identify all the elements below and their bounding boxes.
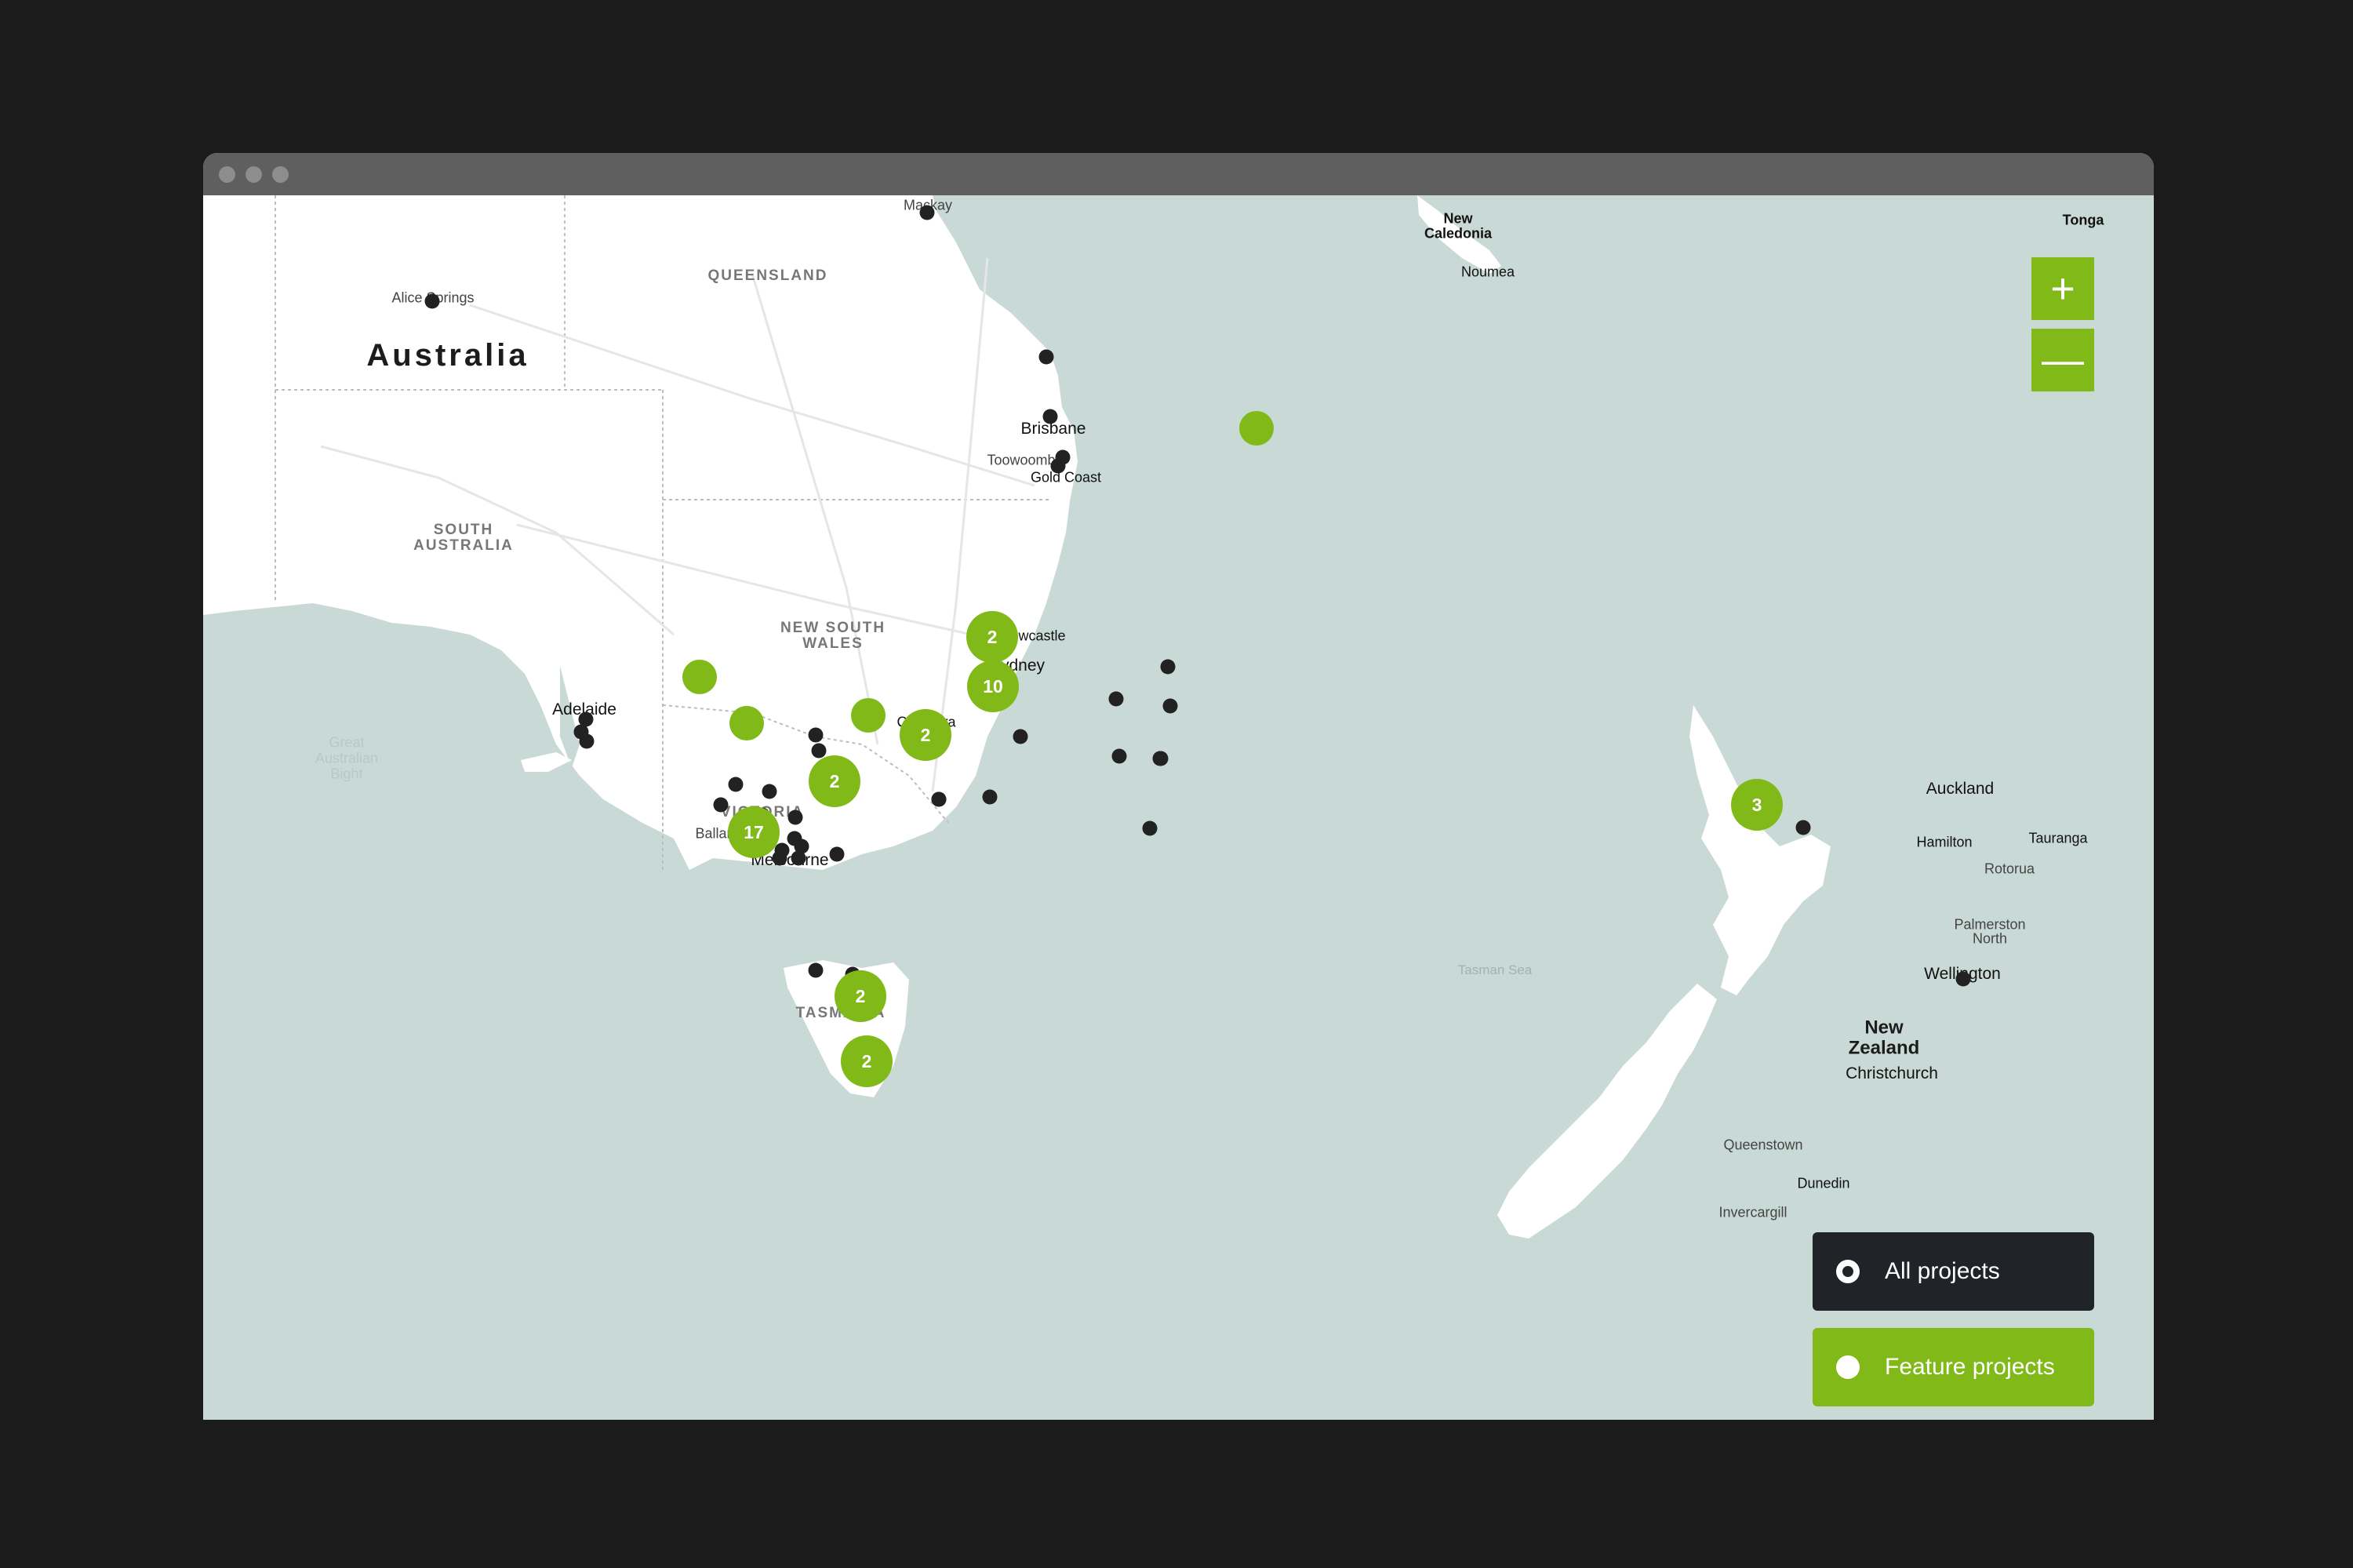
close-dot[interactable]: [219, 166, 235, 183]
project-pin[interactable]: [808, 962, 824, 978]
place-christchurch: Christchurch: [1846, 1064, 1938, 1082]
project-pin[interactable]: [919, 205, 935, 220]
radio-selected-icon: [1836, 1260, 1860, 1283]
all-projects-button[interactable]: All projects: [1813, 1232, 2094, 1311]
zoom-out-button[interactable]: —: [2031, 329, 2094, 391]
place-bight-2: Australian: [315, 750, 379, 766]
project-pin[interactable]: [1013, 729, 1028, 744]
place-new-caledonia-2: Caledonia: [1424, 225, 1493, 242]
country-label-australia: Australia: [366, 338, 529, 373]
project-pin[interactable]: [787, 809, 803, 825]
nz-south-island: [1497, 984, 1717, 1239]
project-pin[interactable]: [762, 784, 777, 799]
project-pin[interactable]: [931, 791, 947, 807]
cluster-newcastle[interactable]: 2: [966, 611, 1018, 663]
country-label-nz-2: Zealand: [1848, 1037, 1920, 1059]
place-new-caledonia-1: New: [1443, 210, 1473, 227]
cluster-melbourne[interactable]: 17: [728, 806, 780, 858]
feature-marker[interactable]: [682, 660, 717, 694]
project-pin[interactable]: [829, 846, 845, 862]
project-pin[interactable]: [1162, 698, 1178, 714]
project-pin[interactable]: [811, 743, 827, 759]
cluster-auckland[interactable]: 3: [1731, 779, 1783, 831]
region-label-qld: QUEENSLAND: [707, 267, 828, 285]
project-pin[interactable]: [1111, 748, 1127, 764]
minimize-dot[interactable]: [245, 166, 262, 183]
place-tauranga: Tauranga: [2028, 830, 2088, 846]
place-invercargill: Invercargill: [1718, 1204, 1787, 1221]
place-hamilton: Hamilton: [1916, 834, 1973, 850]
place-noumea: Noumea: [1460, 264, 1515, 280]
maximize-dot[interactable]: [272, 166, 289, 183]
radio-unselected-icon: [1836, 1355, 1860, 1379]
project-pin[interactable]: [424, 293, 440, 309]
browser-window: Australia QUEENSLAND SOUTH AUSTRALIA NEW…: [203, 153, 2154, 1420]
project-pin[interactable]: [1160, 659, 1176, 675]
project-pin[interactable]: [1142, 820, 1158, 836]
project-pin[interactable]: [1955, 971, 1971, 987]
place-gold-coast: Gold Coast: [1030, 469, 1102, 486]
title-bar: [203, 153, 2154, 195]
place-palmerston-2: North: [1972, 930, 2008, 947]
project-pin[interactable]: [1042, 409, 1058, 424]
project-pin[interactable]: [1108, 691, 1124, 707]
all-projects-label: All projects: [1885, 1258, 2000, 1284]
map-canvas[interactable]: Australia QUEENSLAND SOUTH AUSTRALIA NEW…: [203, 195, 2154, 1420]
nz-north-island: [1689, 705, 1831, 995]
feature-marker[interactable]: [729, 706, 764, 740]
feature-projects-label: Feature projects: [1885, 1354, 2055, 1380]
place-auckland: Auckland: [1926, 779, 1995, 798]
project-pin[interactable]: [1038, 349, 1054, 365]
project-pin[interactable]: [1153, 751, 1169, 766]
project-pin[interactable]: [579, 733, 595, 749]
region-label-nsw-2: WALES: [802, 635, 864, 653]
project-pin[interactable]: [713, 797, 729, 813]
place-rotorua: Rotorua: [1984, 860, 2035, 877]
project-pin[interactable]: [982, 789, 998, 805]
place-queenstown: Queenstown: [1723, 1137, 1803, 1153]
project-pin[interactable]: [791, 850, 806, 866]
place-bight-1: Great: [329, 734, 365, 751]
feature-marker[interactable]: [1239, 411, 1274, 446]
region-label-nsw-1: NEW SOUTH: [780, 620, 886, 637]
place-tasman-sea: Tasman Sea: [1457, 962, 1533, 978]
project-pin[interactable]: [808, 727, 824, 743]
feature-projects-button[interactable]: Feature projects: [1813, 1328, 2094, 1406]
cluster-canberra[interactable]: 2: [900, 709, 951, 761]
country-label-nz-1: New: [1864, 1017, 1904, 1039]
project-pin[interactable]: [1050, 458, 1066, 474]
place-bight-3: Bight: [330, 766, 363, 782]
cluster-tas-south[interactable]: 2: [841, 1035, 893, 1087]
cluster-sydney[interactable]: 10: [967, 660, 1019, 712]
project-pin[interactable]: [1795, 820, 1811, 835]
place-tonga: Tonga: [2062, 212, 2104, 228]
feature-marker[interactable]: [851, 698, 886, 733]
cluster-tas-north[interactable]: 2: [835, 970, 886, 1022]
project-pin[interactable]: [772, 850, 787, 866]
region-label-sa-1: SOUTH: [433, 522, 494, 539]
cluster-vic-north[interactable]: 2: [809, 755, 860, 807]
project-pin[interactable]: [728, 777, 744, 792]
region-label-sa-2: AUSTRALIA: [413, 537, 514, 555]
place-dunedin: Dunedin: [1797, 1175, 1850, 1191]
zoom-in-button[interactable]: +: [2031, 257, 2094, 320]
